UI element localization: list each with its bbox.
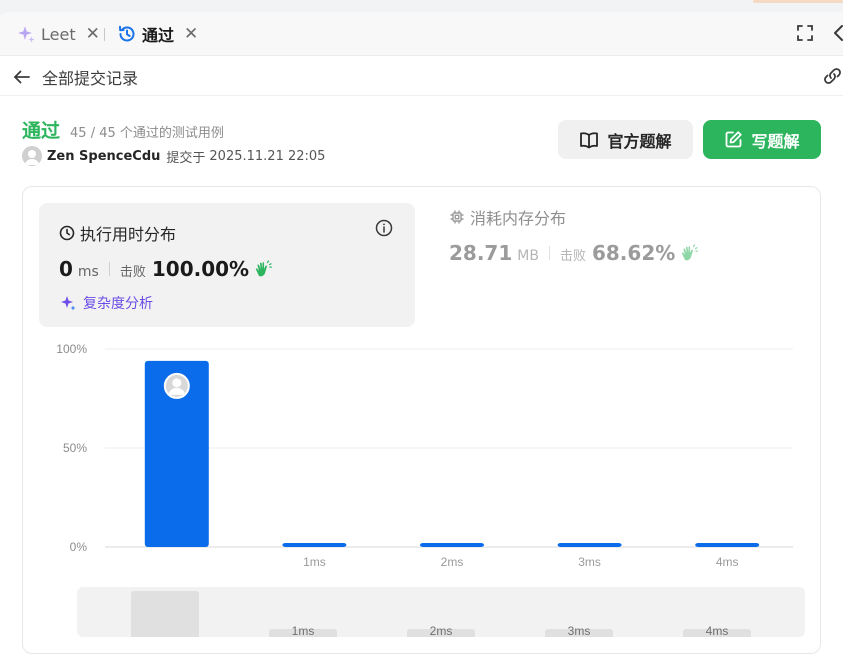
breadcrumb-label: 全部提交记录: [42, 69, 139, 88]
book-icon: [580, 131, 599, 148]
author-name[interactable]: Zen SpenceCdu: [47, 149, 160, 164]
memory-number: 28.71: [449, 241, 513, 265]
minimap-label: 3ms: [568, 624, 591, 637]
x-tick-label: 1ms: [303, 555, 326, 569]
x-tick-label: 4ms: [716, 555, 739, 569]
tab-accepted[interactable]: 通过 ✕: [117, 22, 198, 46]
divider: [0, 95, 843, 96]
runtime-unit: ms: [77, 264, 99, 280]
edit-icon: [726, 131, 743, 148]
minimap-svg: 1ms 2ms 3ms 4ms: [131, 591, 751, 637]
submission-panel: Leet ✕ 通过 ✕ 全部提交记录 通过 45 / 45 个通过的测试用例 Z…: [0, 12, 843, 666]
official-solution-button[interactable]: 官方题解: [558, 120, 693, 159]
runtime-value: 0 ms 击败 100.00%: [59, 257, 273, 281]
tab-divider: [104, 28, 105, 41]
memory-value: 28.71 MB 击败 68.62%: [449, 241, 699, 265]
beats-label: 击败: [119, 265, 146, 280]
close-icon[interactable]: ✕: [86, 24, 100, 44]
bar-2ms: [420, 543, 484, 547]
tab-label: 通过: [142, 26, 175, 45]
link-icon[interactable]: [822, 66, 843, 90]
testcase-count: 45 / 45 个通过的测试用例: [70, 126, 224, 141]
write-solution-button[interactable]: 写题解: [703, 120, 821, 159]
chip-icon: [450, 210, 464, 224]
bar-4ms: [695, 543, 760, 547]
runtime-panel[interactable]: 执行用时分布 0 ms 击败 100.00% 复杂度分析: [39, 203, 415, 327]
clock-icon: [59, 225, 75, 241]
accepted-label: 通过: [22, 120, 61, 142]
memory-title[interactable]: 消耗内存分布: [449, 205, 566, 229]
stats-card: 执行用时分布 0 ms 击败 100.00% 复杂度分析 消耗内存分布 28.7…: [22, 186, 821, 654]
history-icon: [117, 24, 137, 44]
x-tick-label: 3ms: [578, 555, 601, 569]
runtime-number: 0: [59, 257, 73, 281]
chart-range-minimap[interactable]: 1ms 2ms 3ms 4ms: [77, 587, 805, 637]
submission-author: Zen SpenceCdu 提交于 2025.11.21 22:05: [22, 146, 325, 166]
submitted-prefix: 提交于: [166, 150, 206, 166]
avatar[interactable]: [22, 146, 42, 166]
info-icon[interactable]: [375, 219, 393, 241]
minimap-label: 2ms: [430, 624, 453, 637]
submission-status: 通过 45 / 45 个通过的测试用例: [22, 116, 224, 143]
runtime-title: 执行用时分布: [59, 221, 176, 245]
memory-unit: MB: [517, 248, 539, 264]
bar-1ms: [282, 543, 347, 547]
runtime-beats-percent: 100.00%: [151, 257, 250, 281]
runtime-distribution-chart: 100% 50% 0% 1ms 2ms 3ms 4ms: [56, 342, 793, 569]
minimap-label: 4ms: [706, 624, 729, 637]
bar-3ms: [557, 543, 622, 547]
arrow-left-icon: [14, 70, 30, 84]
memory-beats-percent: 68.62%: [591, 241, 676, 265]
minimap-handle: [131, 591, 199, 637]
close-icon[interactable]: ✕: [184, 24, 198, 44]
window-top-strip: [0, 0, 843, 12]
clap-icon: [682, 244, 699, 261]
complexity-analysis-link[interactable]: 复杂度分析: [59, 293, 153, 313]
tab-leet[interactable]: Leet ✕: [16, 22, 100, 46]
beats-label: 击败: [559, 249, 586, 264]
y-tick-label: 50%: [63, 441, 87, 455]
fullscreen-icon[interactable]: [796, 24, 814, 46]
y-tick-label: 0%: [70, 540, 88, 554]
y-tick-label: 100%: [56, 342, 87, 356]
tab-label: Leet: [41, 24, 76, 44]
minimap-label: 1ms: [292, 624, 315, 637]
write-solution-label: 写题解: [751, 131, 800, 151]
submitted-time: 2025.11.21 22:05: [209, 148, 326, 164]
tab-bar: Leet ✕ 通过 ✕: [0, 12, 843, 56]
sparkle-icon: [61, 296, 76, 311]
clap-icon: [256, 260, 273, 277]
back-to-all-submissions[interactable]: 全部提交记录: [12, 66, 138, 88]
official-solution-label: 官方题解: [607, 131, 672, 151]
avatar: [163, 372, 190, 399]
sparkle-icon: [16, 24, 36, 44]
x-tick-label: 2ms: [441, 555, 464, 569]
collapse-icon[interactable]: [832, 24, 843, 46]
